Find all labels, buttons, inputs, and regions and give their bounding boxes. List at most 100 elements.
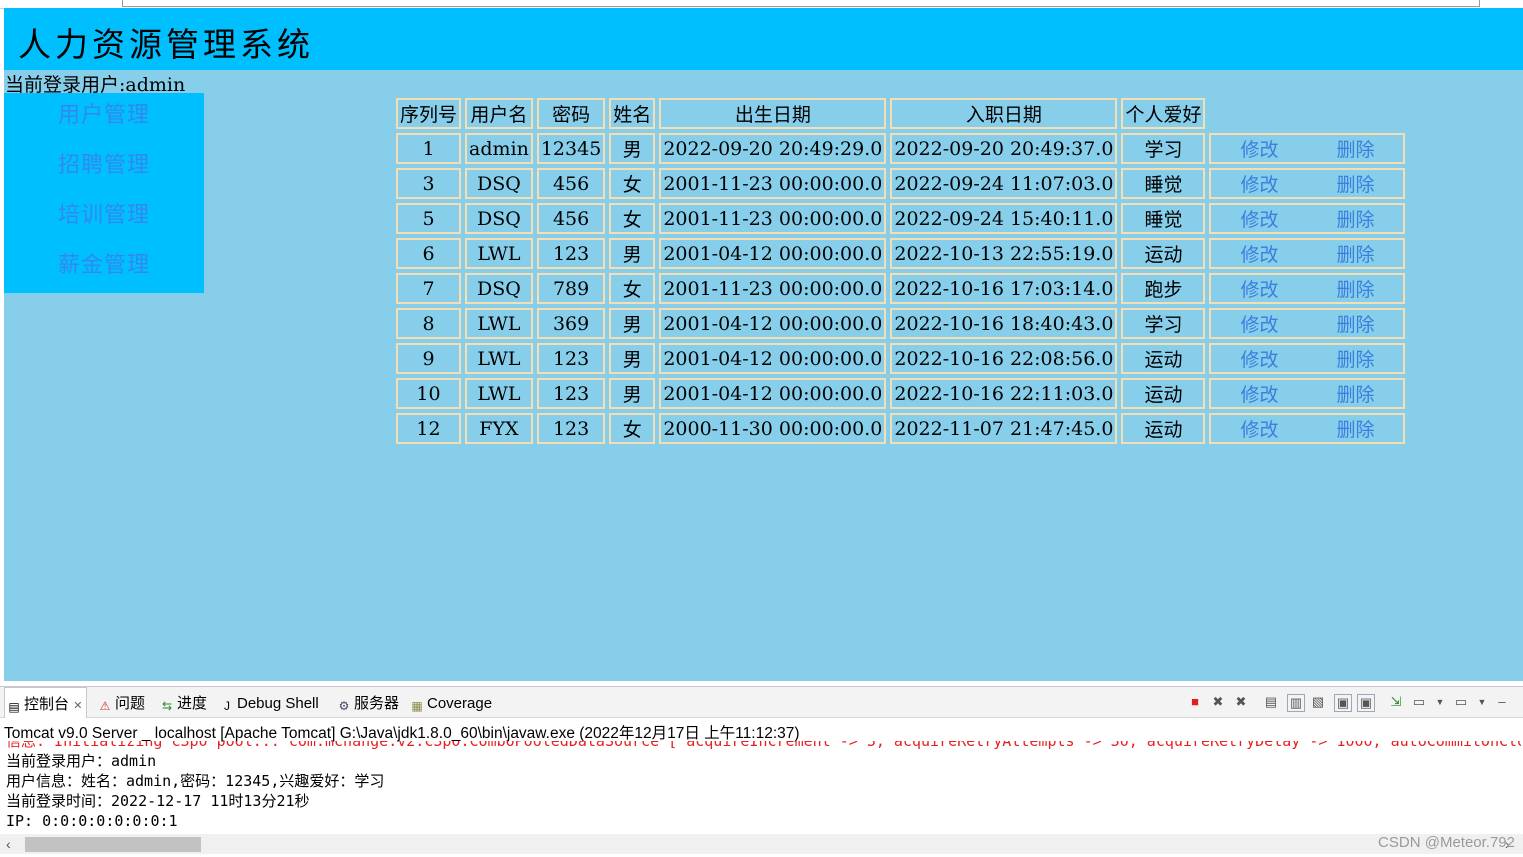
cell-hobby: 学习 <box>1121 308 1206 339</box>
scrollbar-thumb[interactable] <box>25 837 201 852</box>
show-stdout-icon[interactable]: ▣ <box>1334 694 1352 712</box>
horizontal-scrollbar[interactable]: ‹ › <box>0 834 1523 854</box>
delete-link[interactable]: 删除 <box>1307 205 1403 232</box>
users-table: 序列号 用户名 密码 姓名 出生日期 入职日期 个人爱好 1 admin 12345… <box>392 94 1409 448</box>
web-page: 人力资源管理系统 当前登录用户:admin 用户管理 招聘管理 培训管理 薪金管… <box>4 8 1523 681</box>
tab-progress[interactable]: ⇆ 进度 <box>160 687 207 717</box>
cell-birth-date: 2001-11-23 00:00:00.0 <box>659 273 887 304</box>
cell-name: 女 <box>609 203 656 234</box>
watermark: CSDN @Meteor.792 <box>1378 834 1515 851</box>
column-header-hire-date: 入职日期 <box>890 98 1118 129</box>
cell-actions: 修改 删除 <box>1209 413 1406 444</box>
tab-console[interactable]: ▤ 控制台 ✕ <box>4 687 88 718</box>
tab-servers[interactable]: ⚙ 服务器 <box>337 687 399 717</box>
edit-link[interactable]: 修改 <box>1211 135 1307 162</box>
sidebar-item-user-management[interactable]: 用户管理 <box>4 93 204 143</box>
cell-hire-date: 2022-10-16 17:03:14.0 <box>890 273 1118 304</box>
cell-name: 女 <box>609 168 656 199</box>
delete-link[interactable]: 删除 <box>1307 135 1403 162</box>
delete-link[interactable]: 删除 <box>1307 345 1403 372</box>
table-row: 12 FYX 123 女 2000-11-30 00:00:00.0 2022-11-07… <box>396 413 1406 444</box>
pin-console-icon[interactable]: ⇲ <box>1388 694 1404 710</box>
cell-actions: 修改 删除 <box>1209 133 1406 164</box>
cell-hire-date: 2022-09-20 20:49:37.0 <box>890 133 1118 164</box>
progress-icon: ⇆ <box>161 699 173 713</box>
console-panel: ▤ 控制台 ✕ ⚠ 问题 ⇆ 进度 J Debug Shell ⚙ 服务器 ▦ Covera… <box>0 686 1523 857</box>
remove-all-icon[interactable]: ✖ <box>1233 694 1249 710</box>
close-icon[interactable]: ✕ <box>73 700 82 712</box>
edit-link[interactable]: 修改 <box>1211 415 1307 442</box>
console-output[interactable]: 信息: Initializing c3p0 pool... com.mchang… <box>6 741 1521 833</box>
sidebar-item-training[interactable]: 培训管理 <box>4 193 204 243</box>
table-body: 1 admin 12345 男 2022-09-20 20:49:29.0 2022-09… <box>396 133 1406 444</box>
edit-link[interactable]: 修改 <box>1211 275 1307 302</box>
delete-link[interactable]: 删除 <box>1307 170 1403 197</box>
address-bar[interactable] <box>122 0 1480 7</box>
sidebar-item-recruitment[interactable]: 招聘管理 <box>4 143 204 193</box>
app-title: 人力资源管理系统 <box>18 25 314 64</box>
delete-link[interactable]: 删除 <box>1307 415 1403 442</box>
chevron-down-icon[interactable]: ▼ <box>1474 694 1490 710</box>
edit-link[interactable]: 修改 <box>1211 240 1307 267</box>
sidebar-item-salary[interactable]: 薪金管理 <box>4 243 204 293</box>
delete-link[interactable]: 删除 <box>1307 310 1403 337</box>
terminate-icon[interactable]: ■ <box>1187 694 1203 710</box>
table-row: 9 LWL 123 男 2001-04-12 00:00:00.0 2022-10-16 … <box>396 343 1406 374</box>
tab-problems[interactable]: ⚠ 问题 <box>98 687 145 717</box>
cell-username: DSQ <box>465 168 533 199</box>
clear-console-icon[interactable]: ▤ <box>1263 694 1279 710</box>
servers-icon: ⚙ <box>338 699 350 713</box>
cell-id: 6 <box>396 238 462 269</box>
debug-shell-icon: J <box>224 699 230 713</box>
cell-hire-date: 2022-09-24 11:07:03.0 <box>890 168 1118 199</box>
scroll-left-icon[interactable]: ‹ <box>6 836 11 852</box>
word-wrap-icon[interactable]: ▧ <box>1310 694 1326 710</box>
cell-id: 3 <box>396 168 462 199</box>
cell-name: 男 <box>609 308 656 339</box>
table-row: 7 DSQ 789 女 2001-11-23 00:00:00.0 2022-10-16 … <box>396 273 1406 304</box>
cell-password: 123 <box>536 238 606 269</box>
delete-link[interactable]: 删除 <box>1307 380 1403 407</box>
table-row: 10 LWL 123 男 2001-04-12 00:00:00.0 2022-10-16… <box>396 378 1406 409</box>
tab-coverage[interactable]: ▦ Coverage <box>410 687 492 717</box>
cell-password: 123 <box>536 378 606 409</box>
show-stderr-icon[interactable]: ▣ <box>1357 694 1375 712</box>
cell-hobby: 睡觉 <box>1121 168 1206 199</box>
column-header-hobby: 个人爱好 <box>1121 98 1206 129</box>
cell-hire-date: 2022-10-16 22:08:56.0 <box>890 343 1118 374</box>
page-header: 人力资源管理系统 <box>4 8 1523 70</box>
table-row: 1 admin 12345 男 2022-09-20 20:49:29.0 2022-09… <box>396 133 1406 164</box>
cell-birth-date: 2001-04-12 00:00:00.0 <box>659 238 887 269</box>
edit-link[interactable]: 修改 <box>1211 170 1307 197</box>
column-header-password: 密码 <box>536 98 606 129</box>
cell-password: 456 <box>536 168 606 199</box>
cell-username: FYX <box>465 413 533 444</box>
edit-link[interactable]: 修改 <box>1211 310 1307 337</box>
cell-id: 10 <box>396 378 462 409</box>
cell-id: 8 <box>396 308 462 339</box>
delete-link[interactable]: 删除 <box>1307 275 1403 302</box>
chevron-down-icon[interactable]: ▼ <box>1432 694 1448 710</box>
edit-link[interactable]: 修改 <box>1211 205 1307 232</box>
cell-password: 789 <box>536 273 606 304</box>
cell-hobby: 学习 <box>1121 133 1206 164</box>
column-header-actions <box>1209 98 1405 129</box>
console-icon: ▤ <box>8 700 20 714</box>
minimize-icon[interactable]: – <box>1494 694 1510 710</box>
remove-launch-icon[interactable]: ✖ <box>1210 694 1226 710</box>
cell-actions: 修改 删除 <box>1209 238 1406 269</box>
delete-link[interactable]: 删除 <box>1307 240 1403 267</box>
table-row: 6 LWL 123 男 2001-04-12 00:00:00.0 2022-10-13 … <box>396 238 1406 269</box>
new-console-icon[interactable]: ▭ <box>1453 694 1469 710</box>
problems-icon: ⚠ <box>99 699 111 713</box>
tab-debug-shell[interactable]: J Debug Shell <box>220 687 319 717</box>
scroll-lock-icon[interactable]: ▥ <box>1287 694 1305 712</box>
cell-birth-date: 2000-11-30 00:00:00.0 <box>659 413 887 444</box>
cell-id: 1 <box>396 133 462 164</box>
cell-hire-date: 2022-10-16 18:40:43.0 <box>890 308 1118 339</box>
edit-link[interactable]: 修改 <box>1211 345 1307 372</box>
edit-link[interactable]: 修改 <box>1211 380 1307 407</box>
cell-hire-date: 2022-10-13 22:55:19.0 <box>890 238 1118 269</box>
cell-name: 男 <box>609 238 656 269</box>
display-console-icon[interactable]: ▭ <box>1411 694 1427 710</box>
